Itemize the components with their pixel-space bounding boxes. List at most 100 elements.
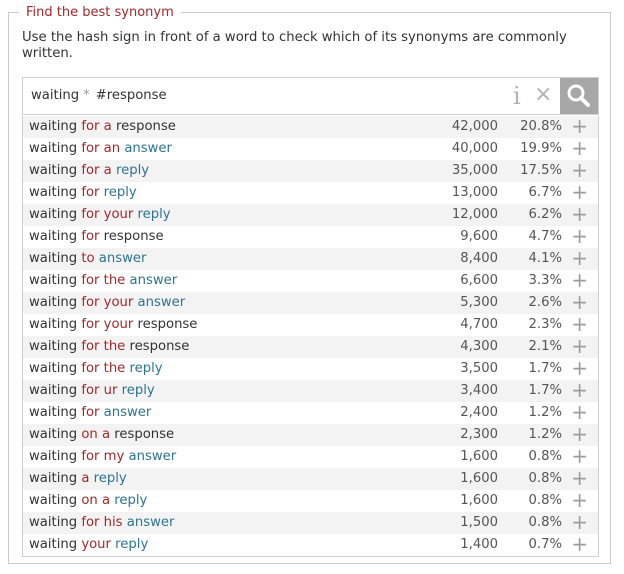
phrase-word: answer xyxy=(137,295,186,310)
list-item[interactable]: waiting for his answer 1,500 0.8% + xyxy=(23,511,598,534)
phrase-word: response xyxy=(114,427,175,442)
phrase-word: for xyxy=(81,339,100,354)
phrase-word: waiting xyxy=(29,295,78,310)
search-icon xyxy=(567,84,590,107)
phrase-word: for xyxy=(81,207,100,222)
phrase-word: for xyxy=(81,515,100,530)
list-item[interactable]: waiting for the reply 3,500 1.7% + xyxy=(23,357,598,380)
phrase-word: for xyxy=(81,317,100,332)
phrase-word: for xyxy=(81,185,100,200)
list-item[interactable]: waiting for my answer 1,600 0.8% + xyxy=(23,445,598,468)
phrase-word: the xyxy=(103,273,126,288)
plus-icon[interactable]: + xyxy=(571,291,588,313)
phrase-word: a xyxy=(103,119,112,134)
phrase-word: my xyxy=(103,449,125,464)
phrase-word: reply xyxy=(121,383,155,398)
plus-icon[interactable]: + xyxy=(571,137,588,159)
plus-icon[interactable]: + xyxy=(571,335,588,357)
close-icon[interactable]: × xyxy=(534,82,552,108)
list-item[interactable]: waiting for reply 13,000 6.7% + xyxy=(23,181,598,204)
phrase-word: waiting xyxy=(29,163,78,178)
phrase-word: waiting xyxy=(29,383,78,398)
plus-icon[interactable]: + xyxy=(571,401,588,423)
list-item[interactable]: waiting for answer 2,400 1.2% + xyxy=(23,401,598,424)
list-item[interactable]: waiting for a reply 35,000 17.5% + xyxy=(23,159,598,182)
plus-icon[interactable]: + xyxy=(571,511,588,533)
result-phrase: waiting for your response xyxy=(29,317,197,333)
list-item[interactable]: waiting to answer 8,400 4.1% + xyxy=(23,247,598,270)
panel-title: Find the best synonym xyxy=(19,4,181,21)
result-percent: 4.1% xyxy=(528,251,562,266)
result-percent: 17.5% xyxy=(520,163,562,178)
result-percent: 6.2% xyxy=(528,207,562,222)
result-count: 1,500 xyxy=(460,515,498,530)
plus-icon[interactable]: + xyxy=(571,379,588,401)
phrase-word: waiting xyxy=(29,229,78,244)
plus-icon[interactable]: + xyxy=(571,533,588,555)
plus-icon[interactable]: + xyxy=(571,225,588,247)
list-item[interactable]: waiting for your answer 5,300 2.6% + xyxy=(23,291,598,314)
list-item[interactable]: waiting for your reply 12,000 6.2% + xyxy=(23,203,598,226)
result-percent: 1.7% xyxy=(528,383,562,398)
result-phrase: waiting for the response xyxy=(29,339,189,355)
result-percent: 2.1% xyxy=(528,339,562,354)
plus-icon[interactable]: + xyxy=(571,357,588,379)
result-percent: 4.7% xyxy=(528,229,562,244)
search-button[interactable] xyxy=(560,78,598,114)
list-item[interactable]: waiting for the response 4,300 2.1% + xyxy=(23,335,598,358)
phrase-word: reply xyxy=(129,361,163,376)
search-input[interactable]: waiting * #response xyxy=(31,88,167,103)
list-item[interactable]: waiting for a response 42,000 20.8% + xyxy=(23,115,598,138)
result-percent: 2.3% xyxy=(528,317,562,332)
phrase-word: your xyxy=(103,295,134,310)
list-item[interactable]: waiting on a response 2,300 1.2% + xyxy=(23,423,598,446)
phrase-word: for xyxy=(81,383,100,398)
query-wildcard: * xyxy=(83,88,90,103)
result-phrase: waiting for an answer xyxy=(29,141,172,157)
result-percent: 19.9% xyxy=(520,141,562,156)
result-percent: 0.8% xyxy=(528,515,562,530)
phrase-word: waiting xyxy=(29,207,78,222)
info-icon[interactable]: i xyxy=(513,83,521,109)
plus-icon[interactable]: + xyxy=(571,269,588,291)
plus-icon[interactable]: + xyxy=(571,181,588,203)
result-count: 12,000 xyxy=(451,207,498,222)
plus-icon[interactable]: + xyxy=(571,159,588,181)
plus-icon[interactable]: + xyxy=(571,247,588,269)
list-item[interactable]: waiting for your response 4,700 2.3% + xyxy=(23,313,598,336)
plus-icon[interactable]: + xyxy=(571,115,588,137)
plus-icon[interactable]: + xyxy=(571,489,588,511)
phrase-word: waiting xyxy=(29,471,78,486)
plus-icon[interactable]: + xyxy=(571,445,588,467)
result-count: 4,700 xyxy=(460,317,498,332)
list-item[interactable]: waiting for the answer 6,600 3.3% + xyxy=(23,269,598,292)
result-phrase: waiting on a reply xyxy=(29,493,147,509)
phrase-word: answer xyxy=(124,141,172,156)
plus-icon[interactable]: + xyxy=(571,423,588,445)
phrase-word: the xyxy=(103,339,126,354)
phrase-word: an xyxy=(103,141,121,156)
plus-icon[interactable]: + xyxy=(571,467,588,489)
phrase-word: waiting xyxy=(29,317,78,332)
list-item[interactable]: waiting a reply 1,600 0.8% + xyxy=(23,467,598,490)
plus-icon[interactable]: + xyxy=(571,203,588,225)
panel-description: Use the hash sign in front of a word to … xyxy=(22,30,567,61)
list-item[interactable]: waiting your reply 1,400 0.7% + xyxy=(23,533,598,556)
phrase-word: for xyxy=(81,361,100,376)
result-phrase: waiting on a response xyxy=(29,427,174,443)
list-item[interactable]: waiting for an answer 40,000 19.9% + xyxy=(23,137,598,160)
phrase-word: reply xyxy=(115,163,150,178)
phrase-word: for xyxy=(81,229,100,244)
phrase-word: waiting xyxy=(29,273,78,288)
phrase-word: answer xyxy=(103,405,152,420)
result-phrase: waiting for a response xyxy=(29,119,176,135)
list-item[interactable]: waiting on a reply 1,600 0.8% + xyxy=(23,489,598,512)
phrase-word: answer xyxy=(129,273,178,288)
result-phrase: waiting for response xyxy=(29,229,164,245)
list-item[interactable]: waiting for response 9,600 4.7% + xyxy=(23,225,598,248)
plus-icon[interactable]: + xyxy=(571,313,588,335)
result-phrase: waiting your reply xyxy=(29,537,148,553)
phrase-word: waiting xyxy=(29,141,78,156)
list-item[interactable]: waiting for ur reply 3,400 1.7% + xyxy=(23,379,598,402)
result-percent: 1.2% xyxy=(528,427,562,442)
